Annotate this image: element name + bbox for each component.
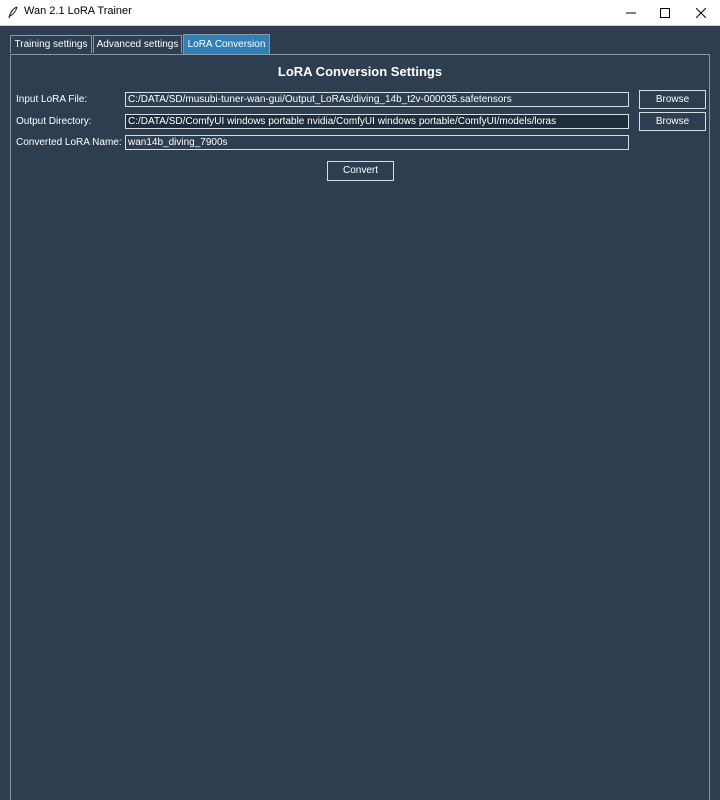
app-window: Wan 2.1 LoRA Trainer Training settings A… (0, 0, 720, 800)
input-lora-field[interactable]: C:/DATA/SD/musubi-tuner-wan-gui/Output_L… (125, 92, 629, 107)
section-heading: LoRA Conversion Settings (277, 64, 443, 79)
input-lora-label: Input LoRA File: (16, 94, 88, 105)
browse-input-button[interactable]: Browse (639, 90, 706, 109)
converted-name-field[interactable]: wan14b_diving_7900s (125, 135, 629, 150)
close-button[interactable] (684, 0, 718, 25)
tab-training-settings[interactable]: Training settings (10, 35, 92, 53)
tab-advanced-settings[interactable]: Advanced settings (93, 35, 182, 53)
output-directory-label: Output Directory: (16, 116, 92, 127)
maximize-icon (660, 7, 670, 18)
close-icon (696, 7, 706, 18)
minimize-button[interactable] (614, 0, 648, 25)
browse-output-button[interactable]: Browse (639, 112, 706, 131)
converted-name-label: Converted LoRA Name: (16, 137, 122, 148)
window-title: Wan 2.1 LoRA Trainer (24, 5, 132, 17)
convert-button[interactable]: Convert (327, 161, 394, 181)
output-directory-field[interactable]: C:/DATA/SD/ComfyUI windows portable nvid… (125, 114, 629, 129)
maximize-button[interactable] (648, 0, 682, 25)
minimize-icon (626, 8, 636, 18)
feather-icon (6, 5, 20, 19)
tab-lora-conversion[interactable]: LoRA Conversion (183, 34, 270, 54)
title-bar: Wan 2.1 LoRA Trainer (0, 0, 720, 26)
